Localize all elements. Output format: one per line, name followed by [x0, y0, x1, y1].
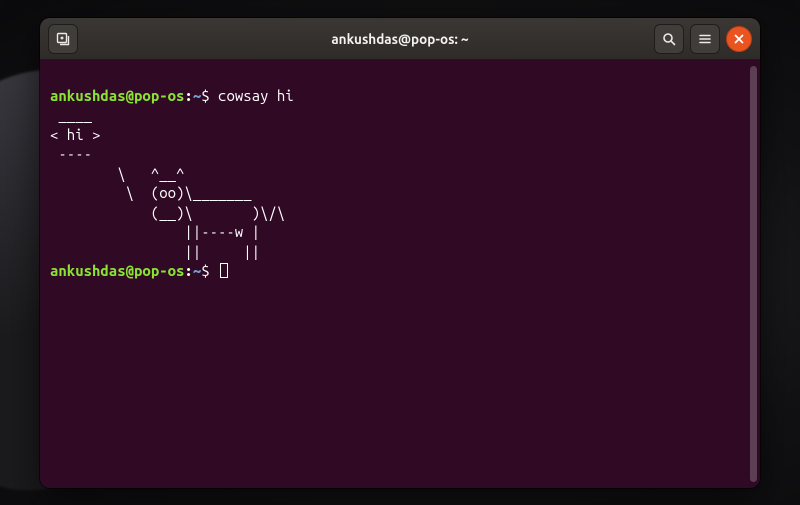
new-tab-icon [56, 32, 70, 46]
terminal-scrollbar[interactable] [750, 66, 757, 482]
desktop-wallpaper: ankushdas@pop-os: ~ [0, 0, 800, 505]
prompt-user: ankushdas [50, 262, 126, 279]
prompt-host: pop-os [134, 262, 184, 279]
output-line: \ (oo)\_______ [50, 184, 252, 201]
new-tab-button[interactable] [48, 24, 78, 54]
titlebar[interactable]: ankushdas@pop-os: ~ [40, 18, 760, 60]
output-line: ____ [50, 106, 100, 123]
window-title: ankushdas@pop-os: ~ [331, 31, 468, 47]
prompt-user: ankushdas [50, 87, 126, 104]
prompt-colon: : [184, 87, 192, 104]
prompt-at: @ [126, 262, 134, 279]
menu-button[interactable] [690, 24, 720, 54]
prompt-path: ~ [193, 262, 201, 279]
output-line: || || [50, 243, 260, 260]
close-button[interactable] [726, 26, 752, 52]
prompt-line: ankushdas@pop-os:~$ [50, 262, 228, 279]
prompt-at: @ [126, 87, 134, 104]
prompt-colon: : [184, 262, 192, 279]
output-line: ||----w | [50, 223, 260, 240]
output-line: (__)\ )\/\ [50, 204, 285, 221]
search-button[interactable] [654, 24, 684, 54]
output-line: \ ^__^ [50, 165, 184, 182]
prompt-dollar: $ [201, 87, 218, 104]
terminal-window: ankushdas@pop-os: ~ [40, 18, 760, 488]
terminal-viewport[interactable]: ankushdas@pop-os:~$ cowsay hi ____ < hi … [40, 60, 760, 488]
prompt-host: pop-os [134, 87, 184, 104]
prompt-line: ankushdas@pop-os:~$ cowsay hi [50, 87, 294, 104]
terminal-cursor [220, 263, 228, 278]
close-icon [733, 33, 745, 45]
prompt-dollar: $ [201, 262, 218, 279]
hamburger-icon [698, 32, 712, 46]
output-line: < hi > [50, 126, 100, 143]
prompt-path: ~ [193, 87, 201, 104]
command-text: cowsay hi [218, 87, 294, 104]
titlebar-right-controls [654, 24, 752, 54]
output-line: ---- [50, 145, 100, 162]
search-icon [662, 32, 676, 46]
